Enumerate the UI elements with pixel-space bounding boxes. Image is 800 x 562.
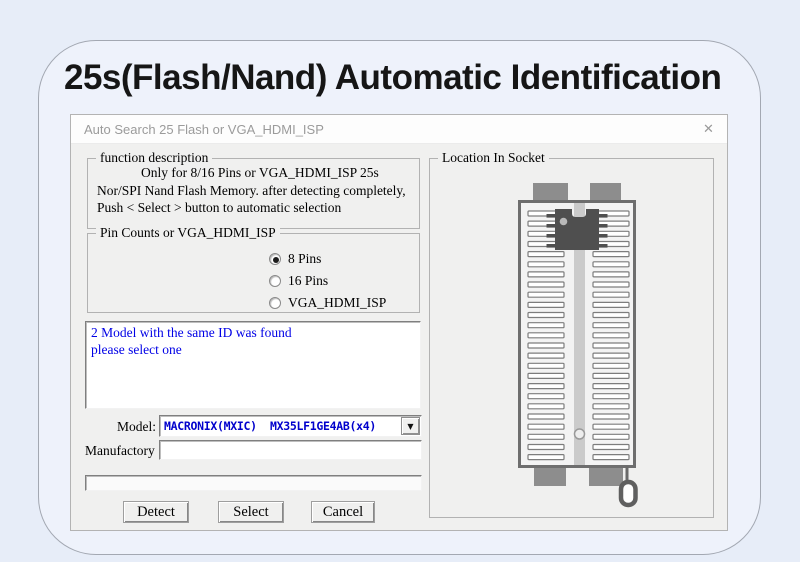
result-line: 2 Model with the same ID was found <box>91 324 415 341</box>
radio-label: VGA_HDMI_ISP <box>288 295 386 311</box>
dialog-title: Auto Search 25 Flash or VGA_HDMI_ISP <box>84 122 324 137</box>
location-in-socket-label: Location In Socket <box>438 150 549 166</box>
radio-16-pins[interactable]: 16 Pins <box>269 273 328 289</box>
manufactory-field[interactable] <box>159 440 422 460</box>
detect-button[interactable]: Detect <box>123 501 189 523</box>
location-in-socket-group: Location In Socket <box>429 158 714 518</box>
zif-socket-graphic <box>518 183 644 513</box>
radio-8-pins[interactable]: 8 Pins <box>269 251 321 267</box>
radio-label: 16 Pins <box>288 273 328 289</box>
progress-bar <box>85 475 422 491</box>
model-combobox[interactable]: MACRONIX(MXIC) MX35LF1GE4AB(x4) ▼ <box>159 415 422 437</box>
chip-pin1-dot <box>560 218 568 226</box>
result-line: please select one <box>91 341 415 358</box>
radio-label: 8 Pins <box>288 251 321 267</box>
radio-vga-hdmi-isp[interactable]: VGA_HDMI_ISP <box>269 295 386 311</box>
radio-icon[interactable] <box>269 253 281 265</box>
select-button[interactable]: Select <box>218 501 284 523</box>
page: { "page": { "title": "25s(Flash/Nand) Au… <box>0 0 800 562</box>
model-combobox-value: MACRONIX(MXIC) MX35LF1GE4AB(x4) <box>164 419 376 433</box>
chevron-down-icon[interactable]: ▼ <box>401 417 420 435</box>
socket-bottom-tabs <box>534 468 623 486</box>
pin-counts-label: Pin Counts or VGA_HDMI_ISP <box>96 225 280 241</box>
socket-lever <box>621 466 636 505</box>
radio-icon[interactable] <box>269 275 281 287</box>
page-title: 25s(Flash/Nand) Automatic Identification <box>64 58 754 98</box>
function-description-text: Only for 8/16 Pins or VGA_HDMI_ISP 25s N… <box>97 164 409 217</box>
close-icon[interactable]: ✕ <box>699 120 718 139</box>
search-result-listbox[interactable]: 2 Model with the same ID was found pleas… <box>85 321 421 409</box>
manufactory-label: Manufactory <box>85 443 155 459</box>
dialog-titlebar[interactable]: Auto Search 25 Flash or VGA_HDMI_ISP ✕ <box>71 115 727 144</box>
cancel-button[interactable]: Cancel <box>311 501 375 523</box>
socket-top-tabs <box>533 183 621 202</box>
socket-alignment-circle <box>575 429 585 439</box>
radio-icon[interactable] <box>269 297 281 309</box>
pin-counts-group: Pin Counts or VGA_HDMI_ISP 8 Pins 16 Pin… <box>87 233 420 313</box>
model-label: Model: <box>99 419 156 435</box>
auto-search-dialog: Auto Search 25 Flash or VGA_HDMI_ISP ✕ f… <box>70 114 728 531</box>
function-description-group: function description Only for 8/16 Pins … <box>87 158 420 229</box>
